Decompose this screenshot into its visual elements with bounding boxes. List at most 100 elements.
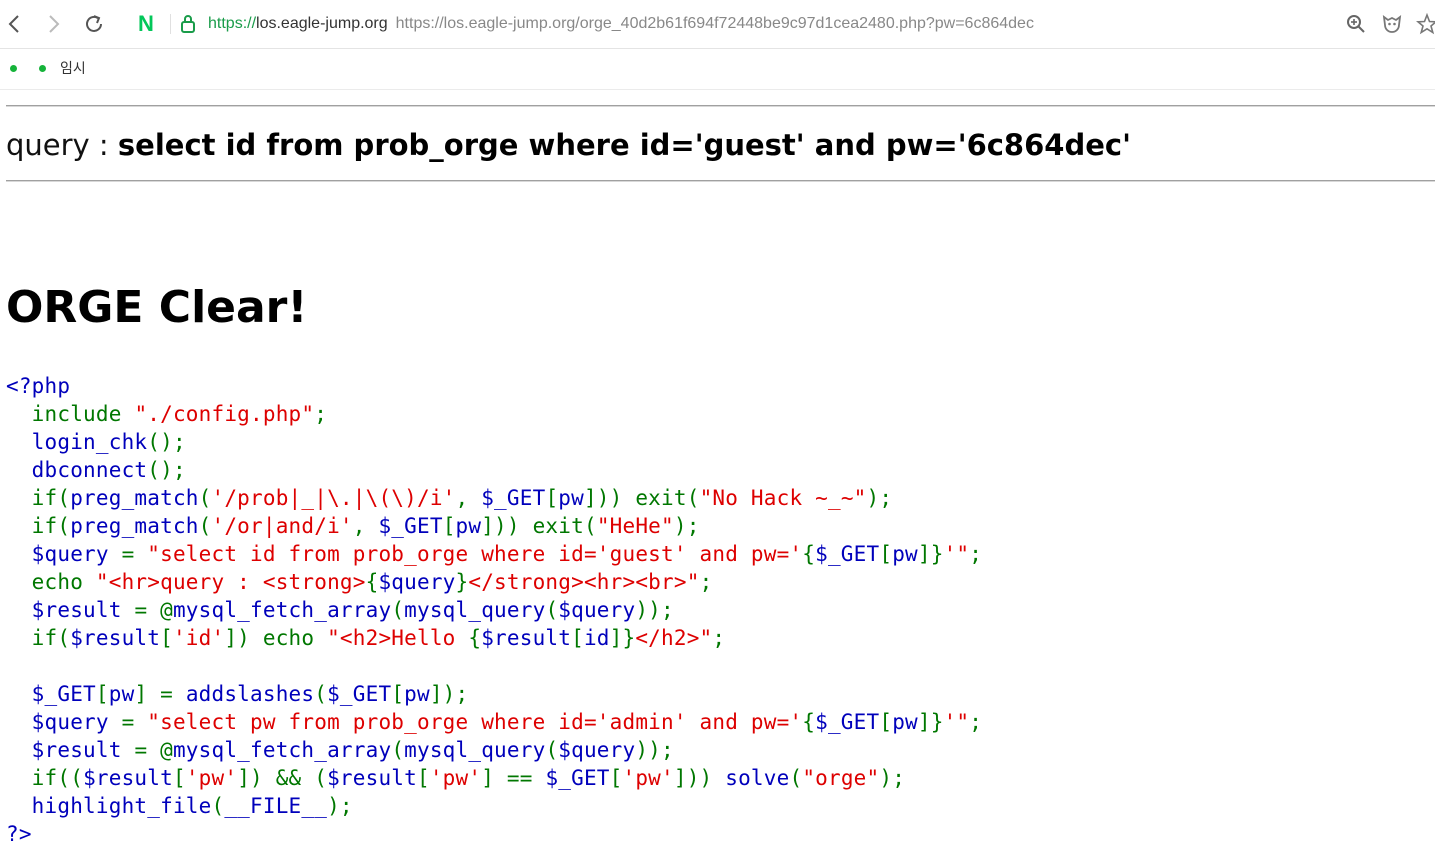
address-bar[interactable]: https://los.eagle-jump.org https://los.ea… — [208, 12, 1034, 36]
code-token: mysql_query — [404, 598, 546, 622]
code-token: = — [121, 710, 148, 734]
code-token: $_GET — [815, 710, 880, 734]
code-token: pw — [455, 514, 482, 538]
code-token: ; — [314, 402, 328, 426]
code-token: ]} — [917, 710, 944, 734]
code-token: ( — [391, 598, 405, 622]
code-token: [ — [95, 682, 109, 706]
code-token: 'pw' — [185, 766, 238, 790]
code-token: [ — [172, 766, 186, 790]
code-token: login_chk — [6, 430, 148, 454]
code-line: if(preg_match('/or|and/i', $_GET[pw])) e… — [6, 512, 982, 540]
code-token: ])) — [673, 766, 726, 790]
code-token: '" — [943, 542, 970, 566]
code-token: $_GET — [481, 486, 546, 510]
code-token: mysql_fetch_array — [172, 598, 392, 622]
code-token: </h2>" — [635, 626, 713, 650]
code-token: (); — [147, 458, 186, 482]
code-token: { — [365, 570, 379, 594]
code-token: = @ — [134, 598, 173, 622]
code-token: ] == — [481, 766, 546, 790]
code-token: id — [583, 626, 610, 650]
code-token: "No Hack ~_~" — [699, 486, 867, 510]
code-line: ?> — [6, 820, 982, 848]
code-token: [ — [417, 766, 430, 790]
code-line: ​ — [6, 652, 982, 680]
top-divider — [6, 105, 1435, 107]
code-token: [ — [391, 682, 405, 706]
code-token: echo — [6, 570, 96, 594]
browser-toolbar: N https://los.eagle-jump.org https://los.… — [0, 0, 1435, 49]
shield-face-icon[interactable] — [1381, 13, 1403, 35]
code-token: , — [455, 486, 482, 510]
code-line: include "./config.php"; — [6, 400, 982, 428]
code-token: } — [455, 570, 469, 594]
code-token: ); — [879, 766, 906, 790]
back-button[interactable] — [0, 10, 28, 38]
code-token: highlight_file — [6, 794, 212, 818]
code-token: if( — [6, 514, 71, 538]
code-token: ] = — [134, 682, 186, 706]
code-line: if(preg_match('/prob|_|\.|\(\)/i', $_GET… — [6, 484, 982, 512]
code-token: ])) exit( — [583, 486, 700, 510]
code-token: pw — [892, 710, 918, 734]
bottom-divider — [6, 180, 1435, 182]
forward-button[interactable] — [40, 10, 68, 38]
code-token: "HeHe" — [596, 514, 674, 538]
code-line: $query = "select id from prob_orge where… — [6, 540, 982, 568]
source-code-block: <?php include "./config.php"; login_chk(… — [6, 372, 982, 848]
code-line: $result = @mysql_fetch_array(mysql_query… — [6, 736, 982, 764]
code-token: $query — [6, 710, 122, 734]
code-line: dbconnect(); — [6, 456, 982, 484]
code-line: if($result['id']) echo "<h2>Hello {$resu… — [6, 624, 982, 652]
code-token: = @ — [134, 738, 173, 762]
zoom-icon[interactable] — [1345, 13, 1367, 35]
reload-icon — [86, 15, 102, 32]
code-token: = — [121, 542, 148, 566]
code-token: [ — [160, 626, 173, 650]
code-token: ]); — [429, 682, 469, 706]
code-token: "select id from prob_orge where id='gues… — [147, 542, 803, 566]
code-token: [ — [879, 710, 893, 734]
code-token: $result — [70, 626, 161, 650]
code-token: '/or|and/i' — [211, 514, 353, 538]
code-line: if(($result['pw']) && ($result['pw'] == … — [6, 764, 982, 792]
query-text: select id from prob_orge where id='guest… — [117, 128, 1131, 162]
code-token: $result — [481, 626, 572, 650]
naver-logo-icon[interactable]: N — [135, 12, 157, 36]
code-token: [ — [442, 514, 456, 538]
code-token: $result — [6, 598, 135, 622]
code-token: ( — [211, 794, 225, 818]
code-token: ( — [198, 486, 212, 510]
code-token: '" — [943, 710, 970, 734]
code-token: [ — [571, 626, 584, 650]
code-token: $query — [558, 598, 636, 622]
code-token: )); — [635, 598, 674, 622]
code-token: $result — [83, 766, 173, 790]
code-token: $result — [327, 766, 417, 790]
code-token: ])) exit( — [481, 514, 597, 538]
code-token: { — [802, 710, 816, 734]
bookmark-label: 임시 — [60, 61, 86, 77]
code-token: solve — [725, 766, 790, 790]
code-token: addslashes — [185, 682, 315, 706]
code-token: $_GET — [545, 766, 610, 790]
code-line: echo "<hr>query : <strong>{$query}</stro… — [6, 568, 982, 596]
code-token: </strong><hr><br>" — [468, 570, 700, 594]
code-token: [ — [879, 542, 893, 566]
star-icon[interactable] — [1416, 13, 1435, 35]
url-scheme: https:// — [208, 15, 257, 32]
code-token: if(( — [6, 766, 84, 790]
bookmark-item-2[interactable]: 임시 — [39, 57, 86, 79]
toolbar-divider — [170, 14, 171, 34]
query-line: query : select id from prob_orge where i… — [6, 128, 1131, 162]
bookmark-item-1[interactable] — [10, 57, 31, 79]
bookmark-dot-icon — [39, 64, 46, 72]
code-token: ; — [712, 626, 726, 650]
code-token: ]) && ( — [237, 766, 328, 790]
code-token: $result — [6, 738, 135, 762]
code-token: ; — [969, 542, 983, 566]
code-token: 'pw' — [622, 766, 674, 790]
code-token: ; — [699, 570, 713, 594]
reload-button[interactable] — [80, 10, 108, 38]
